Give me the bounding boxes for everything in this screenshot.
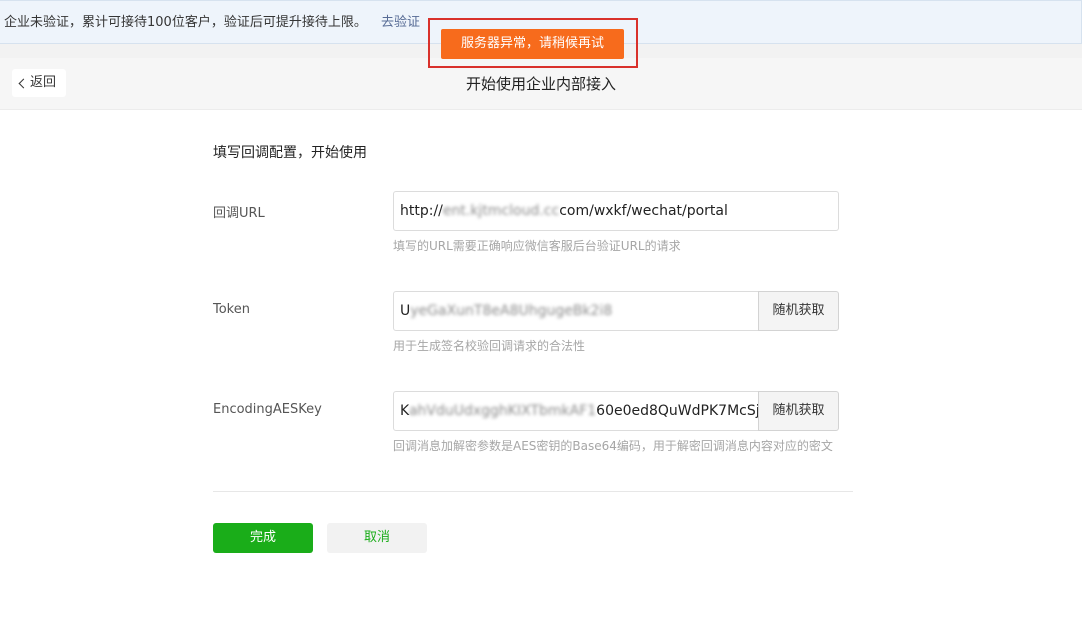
error-toast: 服务器异常，请稍候再试: [441, 29, 624, 59]
token-input[interactable]: UyeGaXunT8eA8UhgugeBk2i8: [393, 291, 759, 331]
aes-key-random-button[interactable]: 随机获取: [758, 391, 839, 431]
form-divider: [213, 491, 853, 492]
token-random-button[interactable]: 随机获取: [758, 291, 839, 331]
verify-link[interactable]: 去验证: [381, 15, 420, 30]
token-label: Token: [213, 302, 250, 317]
url-hint: 填写的URL需要正确响应微信客服后台验证URL的请求: [393, 239, 681, 253]
url-label: 回调URL: [213, 206, 265, 221]
masked-text: yeGaXunT8eA8UhgugeBk2i8: [410, 303, 613, 319]
aes-key-input[interactable]: KahVduUdxgghKIXTbmkAF160e0ed8QuWdPK7McSj…: [393, 391, 759, 431]
config-form: 填写回调配置，开始使用 回调URL http://ent.kjtmcloud.c…: [0, 110, 1082, 624]
aes-key-hint: 回调消息加解密参数是AES密钥的Base64编码，用于解密回调消息内容对应的密文: [393, 439, 833, 453]
section-title: 填写回调配置，开始使用: [213, 145, 367, 161]
done-button[interactable]: 完成: [213, 523, 313, 553]
aes-key-label: EncodingAESKey: [213, 402, 322, 417]
masked-text: ent.kjtmcloud.cc: [442, 203, 560, 219]
callback-url-input[interactable]: http://ent.kjtmcloud.cccom/wxkf/wechat/p…: [393, 191, 839, 231]
cancel-button[interactable]: 取消: [327, 523, 427, 553]
notice-text: 企业未验证，累计可接待100位客户，验证后可提升接待上限。: [4, 15, 367, 30]
token-hint: 用于生成签名校验回调请求的合法性: [393, 339, 586, 353]
masked-text: ahVduUdxgghKIXTbmkAF1: [408, 403, 597, 419]
